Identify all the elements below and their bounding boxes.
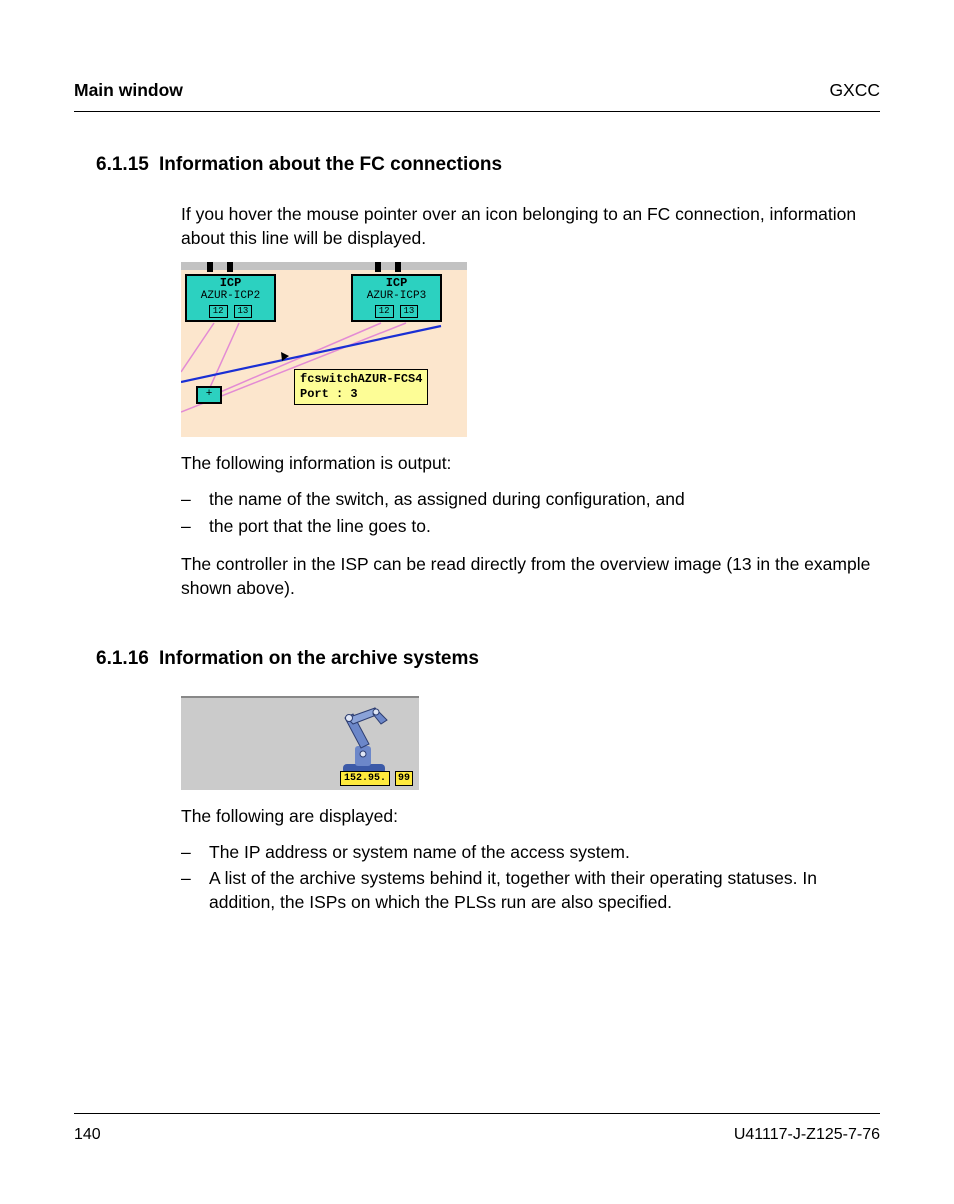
list-item: –the name of the switch, as assigned dur… xyxy=(181,487,880,511)
fc-info-list: –the name of the switch, as assigned dur… xyxy=(181,487,880,537)
list-item-text: A list of the archive systems behind it,… xyxy=(209,866,880,914)
page-header: Main window GXCC xyxy=(74,80,880,112)
expand-box-icon: + xyxy=(196,386,222,404)
section-heading: 6.1.16 Information on the archive system… xyxy=(74,648,880,670)
document-id: U41117-J-Z125-7-76 xyxy=(734,1126,880,1144)
page: Main window GXCC 6.1.15 Information abou… xyxy=(0,0,954,1204)
tooltip-port: Port : 3 xyxy=(300,387,422,402)
content-area: 6.1.15 Information about the FC connecti… xyxy=(74,112,880,915)
robot-arm-icon xyxy=(331,704,401,778)
page-footer: 140 U41117-J-Z125-7-76 xyxy=(74,1113,880,1144)
archive-info-list: –The IP address or system name of the ac… xyxy=(181,840,880,914)
fc-tooltip: fcswitchAZUR-FCS4 Port : 3 xyxy=(294,369,428,405)
list-item-text: the port that the line goes to. xyxy=(209,514,431,538)
section-number: 6.1.16 xyxy=(74,648,159,670)
ip-badge: 152.95. xyxy=(340,771,390,786)
section-number: 6.1.15 xyxy=(74,154,159,176)
output-lead-in: The following information is output: xyxy=(181,451,880,475)
section-fc-connections: 6.1.15 Information about the FC connecti… xyxy=(74,154,880,600)
section-title: Information on the archive systems xyxy=(159,648,479,670)
fc-diagram: ICP AZUR-ICP2 12 13 ICP AZUR-ICP3 12 xyxy=(181,262,467,437)
archive-figure: 152.95. 99 xyxy=(181,696,880,790)
section-title: Information about the FC connections xyxy=(159,154,502,176)
connection-lines xyxy=(181,262,467,437)
output-lead-in: The following are displayed: xyxy=(181,804,880,828)
archive-diagram: 152.95. 99 xyxy=(181,696,419,790)
fc-connection-figure: ICP AZUR-ICP2 12 13 ICP AZUR-ICP3 12 xyxy=(181,262,880,437)
page-number: 140 xyxy=(74,1126,101,1144)
list-item: –The IP address or system name of the ac… xyxy=(181,840,880,864)
section-body: 152.95. 99 The following are displayed: … xyxy=(181,696,880,915)
list-item-text: The IP address or system name of the acc… xyxy=(209,840,630,864)
header-right: GXCC xyxy=(829,80,880,101)
intro-paragraph: If you hover the mouse pointer over an i… xyxy=(181,202,880,250)
list-item-text: the name of the switch, as assigned duri… xyxy=(209,487,685,511)
list-item: –the port that the line goes to. xyxy=(181,514,880,538)
count-badge: 99 xyxy=(395,771,413,786)
section-heading: 6.1.15 Information about the FC connecti… xyxy=(74,154,880,176)
header-left: Main window xyxy=(74,80,183,101)
section-body: If you hover the mouse pointer over an i… xyxy=(181,202,880,600)
list-item: –A list of the archive systems behind it… xyxy=(181,866,880,914)
closing-paragraph: The controller in the ISP can be read di… xyxy=(181,552,880,600)
section-archive-systems: 6.1.16 Information on the archive system… xyxy=(74,648,880,915)
tooltip-switch-name: fcswitchAZUR-FCS4 xyxy=(300,372,422,387)
